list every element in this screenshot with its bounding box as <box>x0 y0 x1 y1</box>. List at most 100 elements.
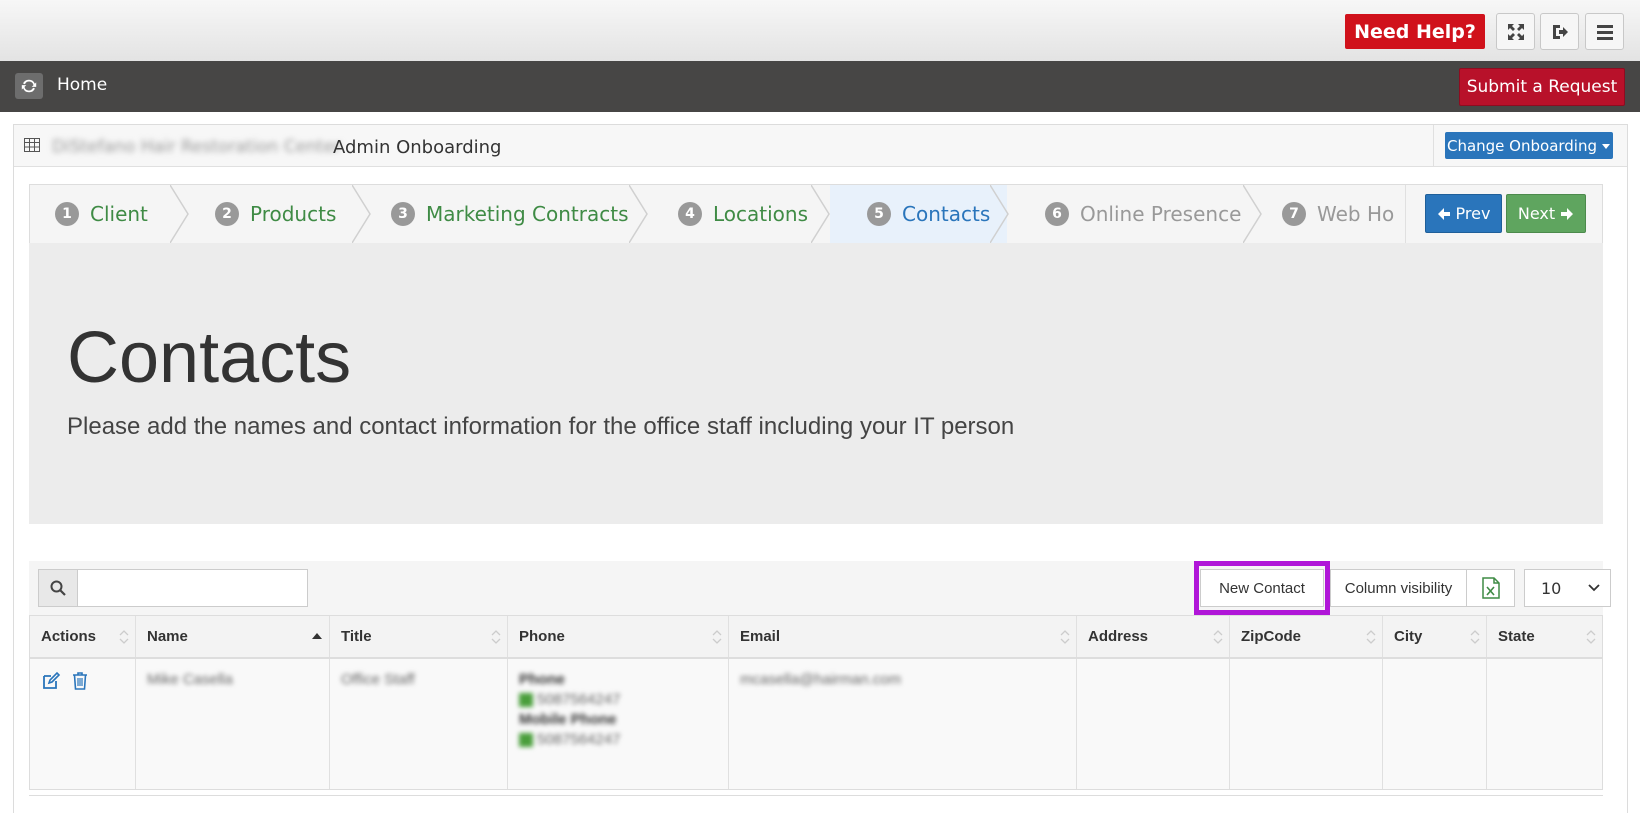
phone-label: Phone <box>519 671 565 688</box>
wizard-actions: Prev Next <box>1405 185 1602 243</box>
step-separator <box>170 185 189 243</box>
step-marketing-contracts[interactable]: 3 Marketing Contracts <box>391 185 629 243</box>
header-divider <box>1433 125 1434 166</box>
refresh-icon[interactable] <box>15 73 43 99</box>
step-web-hosting[interactable]: 7 Web Ho <box>1282 185 1394 243</box>
city-cell <box>1383 659 1487 789</box>
email-cell: mcasella@hairman.com <box>729 659 1077 789</box>
prev-button[interactable]: Prev <box>1425 194 1502 233</box>
onboarding-panel: DiStefano Hair Restoration Center Admin … <box>13 124 1628 813</box>
menu-icon <box>1596 24 1613 40</box>
step-contacts[interactable]: 5 Contacts <box>867 185 990 243</box>
mobile-phone-line: 5087564247 <box>519 731 717 748</box>
contact-email[interactable]: mcasella@hairman.com <box>740 671 901 688</box>
trash-icon[interactable] <box>71 671 89 695</box>
sort-icon <box>1586 630 1596 644</box>
mobile-phone-label: Mobile Phone <box>519 711 617 728</box>
panel-header: DiStefano Hair Restoration Center Admin … <box>14 125 1627 167</box>
table-bottom-border <box>29 795 1603 796</box>
step-client[interactable]: 1 Client <box>55 185 148 243</box>
column-label: Address <box>1088 628 1149 645</box>
column-label: Email <box>740 628 781 645</box>
step-number: 3 <box>391 202 415 226</box>
next-button[interactable]: Next <box>1506 194 1586 233</box>
fullscreen-button[interactable] <box>1496 13 1535 50</box>
column-label: ZipCode <box>1241 628 1301 645</box>
sort-icon <box>491 630 501 644</box>
step-products[interactable]: 2 Products <box>215 185 336 243</box>
edit-icon[interactable] <box>41 671 61 695</box>
sort-icon <box>1060 630 1070 644</box>
home-link[interactable]: Home <box>57 75 107 95</box>
step-label: Online Presence <box>1080 202 1242 226</box>
table-icon <box>24 138 40 152</box>
expand-icon <box>1507 23 1524 40</box>
caret-down-icon <box>1602 143 1611 149</box>
contact-title: Office Staff <box>341 671 415 688</box>
excel-file-icon <box>1481 577 1500 599</box>
column-label: Phone <box>519 628 565 645</box>
logout-button[interactable] <box>1540 13 1579 50</box>
step-number: 5 <box>867 202 891 226</box>
table-toolbar: New Contact Column visibility 10 <box>29 561 1611 615</box>
top-bar: Need Help? <box>0 0 1640 61</box>
column-label: Title <box>341 628 372 645</box>
table-header: Actions Name Title Phone Email Address Z… <box>30 616 1602 659</box>
step-online-presence[interactable]: 6 Online Presence <box>1045 185 1241 243</box>
title-cell: Office Staff <box>330 659 508 789</box>
page-length-value: 10 <box>1541 578 1562 598</box>
mobile-phone-number[interactable]: 5087564247 <box>537 731 620 748</box>
column-label: City <box>1394 628 1423 645</box>
sort-icon <box>1213 630 1223 644</box>
column-header-state[interactable]: State <box>1487 616 1602 657</box>
sort-icon <box>712 630 722 644</box>
arrow-left-icon <box>1437 207 1450 220</box>
column-label: Name <box>147 628 188 645</box>
contact-name: Mike Casella <box>147 671 233 688</box>
prev-label: Prev <box>1455 204 1491 223</box>
step-separator <box>990 185 1009 243</box>
step-number: 1 <box>55 202 79 226</box>
submit-request-button[interactable]: Submit a Request <box>1459 68 1625 106</box>
search-icon <box>50 580 66 596</box>
step-label: Contacts <box>902 202 991 226</box>
nav-bar: Home Submit a Request <box>0 61 1640 112</box>
sort-icon <box>1366 630 1376 644</box>
wizard-steps: 1 Client 2 Products 3 Marketing Contracts 4… <box>29 184 1603 244</box>
change-onboarding-label: Change Onboarding <box>1446 136 1598 155</box>
column-header-actions[interactable]: Actions <box>30 616 136 657</box>
next-label: Next <box>1517 204 1556 223</box>
need-help-button[interactable]: Need Help? <box>1345 14 1485 49</box>
step-separator <box>352 185 371 243</box>
step-label: Marketing Contracts <box>426 202 629 226</box>
phone-icon <box>519 692 533 707</box>
column-visibility-button[interactable]: Column visibility <box>1330 569 1467 607</box>
address-cell <box>1077 659 1230 789</box>
search-addon <box>38 569 78 607</box>
actions-cell <box>30 659 136 789</box>
menu-button[interactable] <box>1585 13 1624 50</box>
column-header-address[interactable]: Address <box>1077 616 1230 657</box>
page-length-select[interactable]: 10 <box>1524 569 1611 607</box>
zipcode-cell <box>1230 659 1383 789</box>
column-header-name[interactable]: Name <box>136 616 330 657</box>
sign-out-icon <box>1552 24 1568 39</box>
export-excel-button[interactable] <box>1466 569 1515 607</box>
step-number: 7 <box>1282 202 1306 226</box>
column-header-email[interactable]: Email <box>729 616 1077 657</box>
step-locations[interactable]: 4 Locations <box>678 185 808 243</box>
highlight-box <box>1194 561 1330 615</box>
table-row: Mike Casella Office Staff Phone 50875642… <box>30 659 1602 789</box>
column-header-zipcode[interactable]: ZipCode <box>1230 616 1383 657</box>
column-header-city[interactable]: City <box>1383 616 1487 657</box>
phone-cell: Phone 5087564247 Mobile Phone 5087564247 <box>508 659 729 789</box>
column-header-phone[interactable]: Phone <box>508 616 729 657</box>
page-title: Contacts <box>67 318 352 398</box>
search-input[interactable] <box>77 569 308 607</box>
column-header-title[interactable]: Title <box>330 616 508 657</box>
step-label: Client <box>90 202 148 226</box>
step-label: Web Ho <box>1317 202 1395 226</box>
step-separator <box>1243 185 1262 243</box>
change-onboarding-button[interactable]: Change Onboarding <box>1445 132 1613 159</box>
phone-number[interactable]: 5087564247 <box>537 691 620 708</box>
